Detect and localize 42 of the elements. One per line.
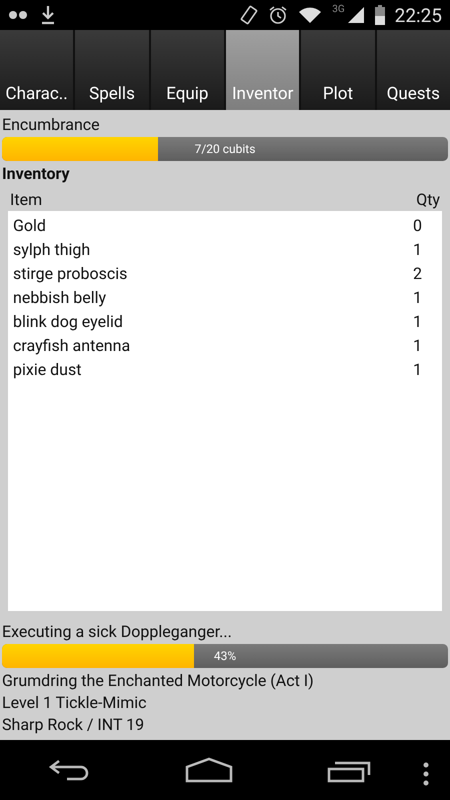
item-name: blink dog eyelid [13, 312, 123, 330]
notification-dots-icon [8, 10, 30, 20]
column-header: Qty [416, 189, 440, 211]
tab[interactable]: Quests [376, 30, 450, 110]
tab[interactable]: Inventor [226, 30, 300, 110]
item-quantity: 1 [413, 336, 422, 354]
encumbrance-label: Encumbrance [2, 114, 101, 136]
wifi-icon [298, 6, 322, 24]
back-icon[interactable] [47, 757, 91, 783]
section-title: Inventory [2, 163, 71, 185]
character-info: Grumdring the Enchanted Motorcycle (Act I) [2, 670, 315, 692]
item-name: crayfish antenna [13, 336, 130, 354]
tab[interactable]: Equip [150, 30, 224, 110]
network-type: 3G [332, 4, 345, 15]
character-info: Level 1 Tickle-Mimic [2, 692, 148, 714]
task-label: Executing a sick Doppleganger... [2, 621, 233, 643]
item-quantity: 2 [413, 264, 422, 282]
tab[interactable]: Plot [301, 30, 375, 110]
home-icon[interactable] [185, 757, 233, 783]
column-header: Item [10, 189, 42, 211]
item-name: nebbish belly [13, 288, 106, 306]
clock: 22:25 [394, 4, 442, 26]
progress-reading: 7/20 cubits [194, 141, 256, 158]
download-icon [40, 5, 56, 25]
tab[interactable]: Spells [75, 30, 149, 110]
alarm-clock-icon [268, 5, 288, 25]
battery-icon [374, 5, 385, 25]
menu-icon[interactable] [422, 762, 430, 786]
progress-reading: 43% [212, 648, 238, 665]
item-quantity: 1 [413, 312, 422, 330]
character-info: Sharp Rock / INT 19 [2, 714, 146, 736]
item-name: pixie dust [13, 360, 82, 378]
item-quantity: 1 [413, 288, 422, 306]
tab[interactable]: Charac.. [0, 30, 74, 110]
item-name: sylph thigh [13, 240, 90, 258]
item-quantity: 1 [413, 240, 422, 258]
signal-icon [346, 6, 365, 24]
item-quantity: 0 [413, 216, 422, 234]
item-quantity: 1 [413, 360, 422, 378]
rotate-phone-icon [240, 5, 258, 25]
item-name: Gold [13, 216, 46, 234]
item-name: stirge proboscis [13, 264, 128, 282]
